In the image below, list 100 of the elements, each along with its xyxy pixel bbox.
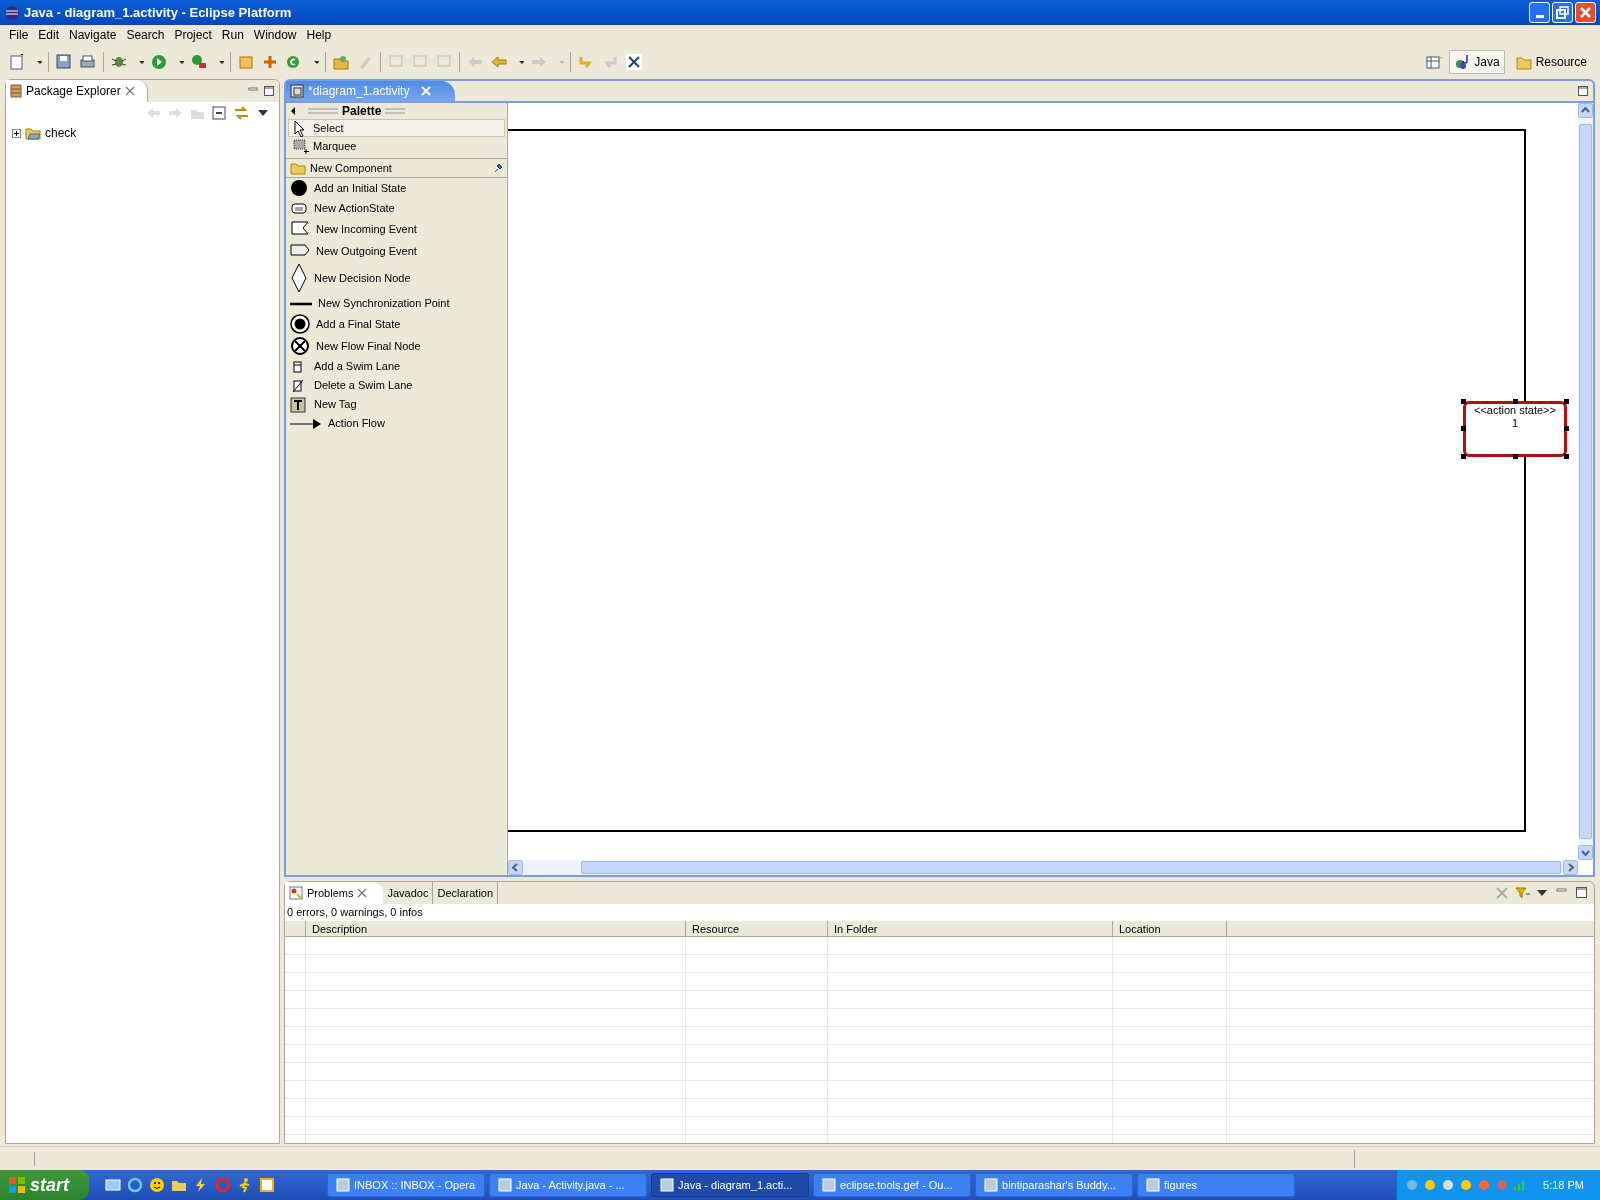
scroll-down-icon[interactable] bbox=[1578, 845, 1593, 860]
taskbar-button[interactable]: INBOX :: INBOX - Opera bbox=[327, 1173, 485, 1197]
view-tab[interactable]: Package Explorer bbox=[6, 80, 148, 102]
close-icon[interactable] bbox=[357, 888, 368, 898]
collapse-all-icon[interactable] bbox=[211, 105, 227, 121]
scroll-up-icon[interactable] bbox=[1578, 103, 1593, 118]
pin-icon[interactable] bbox=[493, 163, 503, 173]
scroll-right-icon[interactable] bbox=[1563, 860, 1578, 875]
palette-entry[interactable]: New Decision Node bbox=[286, 262, 507, 294]
package-icon bbox=[10, 84, 22, 98]
scroll-left-icon[interactable] bbox=[508, 860, 523, 875]
print-icon[interactable] bbox=[79, 53, 97, 71]
filled-circle-icon bbox=[290, 179, 308, 197]
restore-button[interactable] bbox=[1552, 2, 1573, 23]
taskbar-button[interactable]: Java - diagram_1.acti... bbox=[651, 1173, 809, 1197]
view-tab[interactable]: Problems bbox=[285, 882, 384, 904]
resize-handle[interactable] bbox=[1564, 426, 1569, 431]
palette-entry[interactable]: New Tag bbox=[286, 395, 507, 414]
taskbar-button[interactable]: bintiparashar's Buddy... bbox=[975, 1173, 1133, 1197]
back-arrow-icon[interactable] bbox=[490, 53, 508, 71]
maximize-icon[interactable] bbox=[1574, 885, 1590, 901]
palette-entry[interactable]: Add an Initial State bbox=[286, 178, 507, 198]
resize-handle[interactable] bbox=[1513, 454, 1518, 459]
palette-title: Palette bbox=[342, 103, 382, 120]
letter-t-icon bbox=[290, 396, 308, 413]
run-icon[interactable] bbox=[150, 53, 168, 71]
new-file-icon[interactable] bbox=[8, 53, 26, 71]
palette-tool[interactable]: Select bbox=[288, 119, 505, 137]
palette-entry[interactable]: New ActionState bbox=[286, 198, 507, 218]
resize-handle[interactable] bbox=[1461, 399, 1466, 404]
notepad-icon[interactable] bbox=[259, 1177, 275, 1193]
external-tools-icon[interactable] bbox=[190, 53, 208, 71]
menu-item[interactable]: Help bbox=[301, 26, 337, 44]
palette-entry[interactable]: Add a Final State bbox=[286, 313, 507, 335]
minimize-icon bbox=[1535, 15, 1544, 18]
menu-item[interactable]: Project bbox=[169, 26, 217, 44]
app-icon bbox=[4, 4, 20, 21]
clock: 5:18 PM bbox=[1543, 1177, 1584, 1193]
action-state-node[interactable]: <<action state>> 1 bbox=[1463, 401, 1567, 457]
project-folder-icon bbox=[25, 126, 41, 140]
resize-handle[interactable] bbox=[1461, 454, 1466, 459]
delete-icon[interactable] bbox=[1494, 885, 1510, 901]
desktop-icon[interactable] bbox=[105, 1177, 121, 1193]
menu-item[interactable]: File bbox=[4, 26, 34, 44]
problems-summary: 0 errors, 0 warnings, 0 infos bbox=[286, 905, 424, 920]
link-editor-icon[interactable] bbox=[233, 105, 249, 121]
menu-item[interactable]: Navigate bbox=[64, 26, 122, 44]
open-perspective-icon[interactable] bbox=[1425, 53, 1444, 71]
diagram-file-icon bbox=[290, 84, 304, 98]
maximize-icon[interactable] bbox=[263, 85, 275, 97]
close-button[interactable] bbox=[1575, 2, 1596, 23]
browser-icon[interactable] bbox=[127, 1177, 143, 1193]
open-type-icon[interactable] bbox=[332, 53, 350, 71]
palette-entry[interactable]: Action Flow bbox=[286, 414, 507, 433]
column-header[interactable]: Resource bbox=[686, 921, 828, 936]
palette-drawer[interactable]: New Component bbox=[286, 158, 507, 178]
minimize-button[interactable] bbox=[1529, 2, 1550, 23]
vertical-scrollbar[interactable] bbox=[1578, 103, 1593, 860]
window-icon bbox=[336, 1178, 350, 1192]
palette-tool[interactable]: Marquee bbox=[288, 137, 505, 155]
grip-icon bbox=[308, 107, 338, 115]
maximize-icon[interactable] bbox=[1577, 85, 1589, 97]
menu-item[interactable]: Edit bbox=[33, 26, 65, 44]
layout-icon[interactable] bbox=[625, 53, 643, 71]
grip-icon bbox=[385, 107, 406, 115]
palette-entry[interactable]: New Outgoing Event bbox=[286, 240, 507, 262]
menu-item[interactable]: Search bbox=[121, 26, 170, 44]
resize-handle[interactable] bbox=[1513, 399, 1518, 404]
palette-entry[interactable]: New Incoming Event bbox=[286, 218, 507, 240]
window-icon bbox=[498, 1178, 512, 1192]
palette-entry[interactable]: New Flow Final Node bbox=[286, 335, 507, 357]
start-button[interactable]: start bbox=[0, 1170, 89, 1200]
palette-entry[interactable]: New Synchronization Point bbox=[286, 294, 507, 313]
perspective-button[interactable]: Java bbox=[1449, 50, 1505, 74]
new-class-icon[interactable] bbox=[261, 53, 279, 71]
expand-icon[interactable] bbox=[12, 128, 21, 138]
taskbar-button[interactable]: eclipse.tools.gef - Ou... bbox=[813, 1173, 971, 1197]
column-header[interactable]: In Folder bbox=[828, 921, 1113, 936]
horizontal-scrollbar[interactable] bbox=[508, 860, 1578, 875]
tree-item[interactable]: check bbox=[45, 124, 77, 142]
taskbar-button[interactable]: figures bbox=[1137, 1173, 1295, 1197]
column-header[interactable]: Description bbox=[306, 921, 686, 936]
resize-handle[interactable] bbox=[1564, 399, 1569, 404]
palette-entry[interactable]: Delete a Swim Lane bbox=[286, 376, 507, 395]
taskbar-button[interactable]: Java - Activity.java - ... bbox=[489, 1173, 647, 1197]
perspective-button[interactable]: Resource bbox=[1510, 50, 1592, 74]
new-package-icon[interactable] bbox=[237, 53, 255, 71]
window-title: Java - diagram_1.activity - Eclipse Platform bbox=[24, 3, 293, 22]
save-icon[interactable] bbox=[55, 53, 73, 71]
palette-entry[interactable]: Add a Swim Lane bbox=[286, 357, 507, 376]
column-header[interactable]: Location bbox=[1113, 921, 1227, 936]
resize-handle[interactable] bbox=[1564, 454, 1569, 459]
menu-item[interactable]: Run bbox=[216, 26, 249, 44]
collapse-arrow-icon[interactable] bbox=[290, 107, 296, 115]
scrollbar-thumb[interactable] bbox=[1579, 124, 1592, 839]
menu-item[interactable]: Window bbox=[248, 26, 302, 44]
resize-handle[interactable] bbox=[1461, 426, 1466, 431]
dashed-rectangle-icon bbox=[293, 137, 309, 155]
close-icon[interactable] bbox=[124, 86, 135, 96]
scrollbar-thumb[interactable] bbox=[581, 861, 1561, 874]
